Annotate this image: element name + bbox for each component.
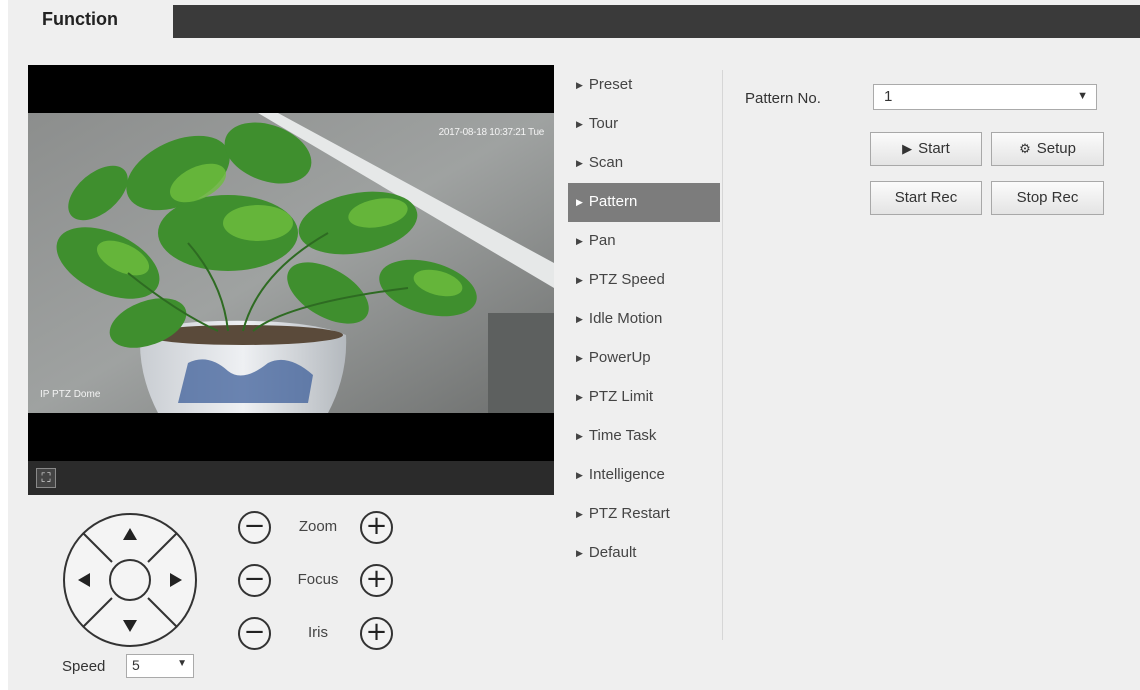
stop-rec-button[interactable]: Stop Rec — [991, 181, 1104, 215]
menu-item-label: Intelligence — [588, 466, 665, 483]
video-toolbar: ⛶ — [28, 461, 554, 495]
menu-item-label: PTZ Speed — [588, 271, 665, 288]
menu-item-label: Preset — [588, 76, 633, 93]
menu-item-label: PTZ Restart — [588, 505, 670, 522]
caret-right-icon: ▶ — [576, 275, 583, 285]
menu-item-label: Idle Motion — [588, 310, 663, 327]
zoom-in-button[interactable]: + — [360, 511, 393, 544]
menu-item-ptz-speed[interactable]: ▶ PTZ Speed — [568, 261, 720, 300]
iris-plus-button[interactable]: + — [360, 617, 393, 650]
caret-right-icon: ▶ — [576, 80, 583, 90]
iris-label: Iris — [308, 624, 328, 641]
iris-minus-button[interactable]: − — [238, 617, 271, 650]
caret-right-icon: ▶ — [576, 236, 583, 246]
zoom-control: − Zoom + — [238, 511, 398, 545]
dropdown-arrow-icon: ▼ — [1077, 90, 1088, 102]
caret-right-icon: ▶ — [576, 197, 583, 207]
tab-bar: Function — [8, 0, 1140, 40]
setup-button[interactable]: ⚙ Setup — [991, 132, 1104, 166]
play-icon: ▶ — [902, 141, 913, 156]
gear-icon: ⚙ — [1019, 141, 1031, 156]
caret-right-icon: ▶ — [576, 314, 583, 324]
zoom-label: Zoom — [298, 518, 338, 535]
video-frame-image — [28, 113, 554, 413]
menu-item-pan[interactable]: ▶ Pan — [568, 222, 720, 261]
setup-button-label: Setup — [1036, 140, 1076, 157]
caret-right-icon: ▶ — [576, 392, 583, 402]
menu-item-label: Time Task — [588, 427, 657, 444]
live-video: 2017-08-18 10:37:21 Tue IP PTZ Dome — [28, 65, 554, 461]
dropdown-arrow-icon: ▼ — [177, 658, 187, 669]
menu-item-powerup[interactable]: ▶ PowerUp — [568, 339, 720, 378]
start-button[interactable]: ▶ Start — [870, 132, 982, 166]
menu-item-label: Pattern — [588, 193, 638, 210]
osd-camera-name: IP PTZ Dome — [40, 389, 101, 400]
menu-divider — [722, 70, 723, 640]
caret-right-icon: ▶ — [576, 509, 583, 519]
menu-item-intelligence[interactable]: ▶ Intelligence — [568, 456, 720, 495]
pattern-no-select[interactable]: 1 ▼ — [873, 84, 1097, 110]
tab-bar-background — [168, 5, 1140, 38]
zoom-out-button[interactable]: − — [238, 511, 271, 544]
menu-item-label: Scan — [588, 154, 624, 171]
speed-value: 5 — [132, 657, 140, 673]
start-rec-button[interactable]: Start Rec — [870, 181, 982, 215]
speed-label: Speed — [62, 658, 106, 675]
menu-item-tour[interactable]: ▶ Tour — [568, 105, 720, 144]
pattern-no-label: Pattern No. — [745, 90, 821, 107]
caret-right-icon: ▶ — [576, 158, 583, 168]
osd-timestamp: 2017-08-18 10:37:21 Tue — [438, 127, 545, 138]
menu-item-label: Tour — [588, 115, 619, 132]
menu-item-label: Default — [588, 544, 637, 561]
function-menu: ▶ Preset ▶ Tour ▶ Scan ▶ Pattern ▶ Pan ▶ PTZ S… — [568, 66, 720, 573]
pattern-no-value: 1 — [884, 88, 893, 105]
menu-item-idle-motion[interactable]: ▶ Idle Motion — [568, 300, 720, 339]
speed-select[interactable]: 5 ▼ — [126, 654, 194, 678]
focus-control: − Focus + — [238, 564, 398, 598]
caret-right-icon: ▶ — [576, 353, 583, 363]
caret-right-icon: ▶ — [576, 470, 583, 480]
stop-rec-label: Stop Rec — [1016, 189, 1079, 206]
menu-item-preset[interactable]: ▶ Preset — [568, 66, 720, 105]
menu-item-default[interactable]: ▶ Default — [568, 534, 720, 573]
menu-item-time-task[interactable]: ▶ Time Task — [568, 417, 720, 456]
focus-minus-button[interactable]: − — [238, 564, 271, 597]
tab-function[interactable]: Function — [28, 2, 173, 40]
ptz-direction-pad[interactable] — [62, 512, 198, 648]
menu-item-pattern[interactable]: ▶ Pattern — [568, 183, 720, 222]
fullscreen-icon[interactable]: ⛶ — [36, 468, 56, 488]
caret-right-icon: ▶ — [576, 548, 583, 558]
menu-item-scan[interactable]: ▶ Scan — [568, 144, 720, 183]
menu-item-label: PowerUp — [588, 349, 651, 366]
start-rec-label: Start Rec — [894, 189, 958, 206]
menu-item-label: Pan — [588, 232, 616, 249]
menu-item-ptz-restart[interactable]: ▶ PTZ Restart — [568, 495, 720, 534]
caret-right-icon: ▶ — [576, 431, 583, 441]
menu-item-ptz-limit[interactable]: ▶ PTZ Limit — [568, 378, 720, 417]
menu-item-label: PTZ Limit — [588, 388, 654, 405]
start-button-label: Start — [918, 140, 950, 157]
iris-control: − Iris + — [238, 617, 398, 651]
focus-label: Focus — [297, 571, 339, 588]
focus-plus-button[interactable]: + — [360, 564, 393, 597]
caret-right-icon: ▶ — [576, 119, 583, 129]
ptz-center-button[interactable] — [109, 559, 151, 601]
